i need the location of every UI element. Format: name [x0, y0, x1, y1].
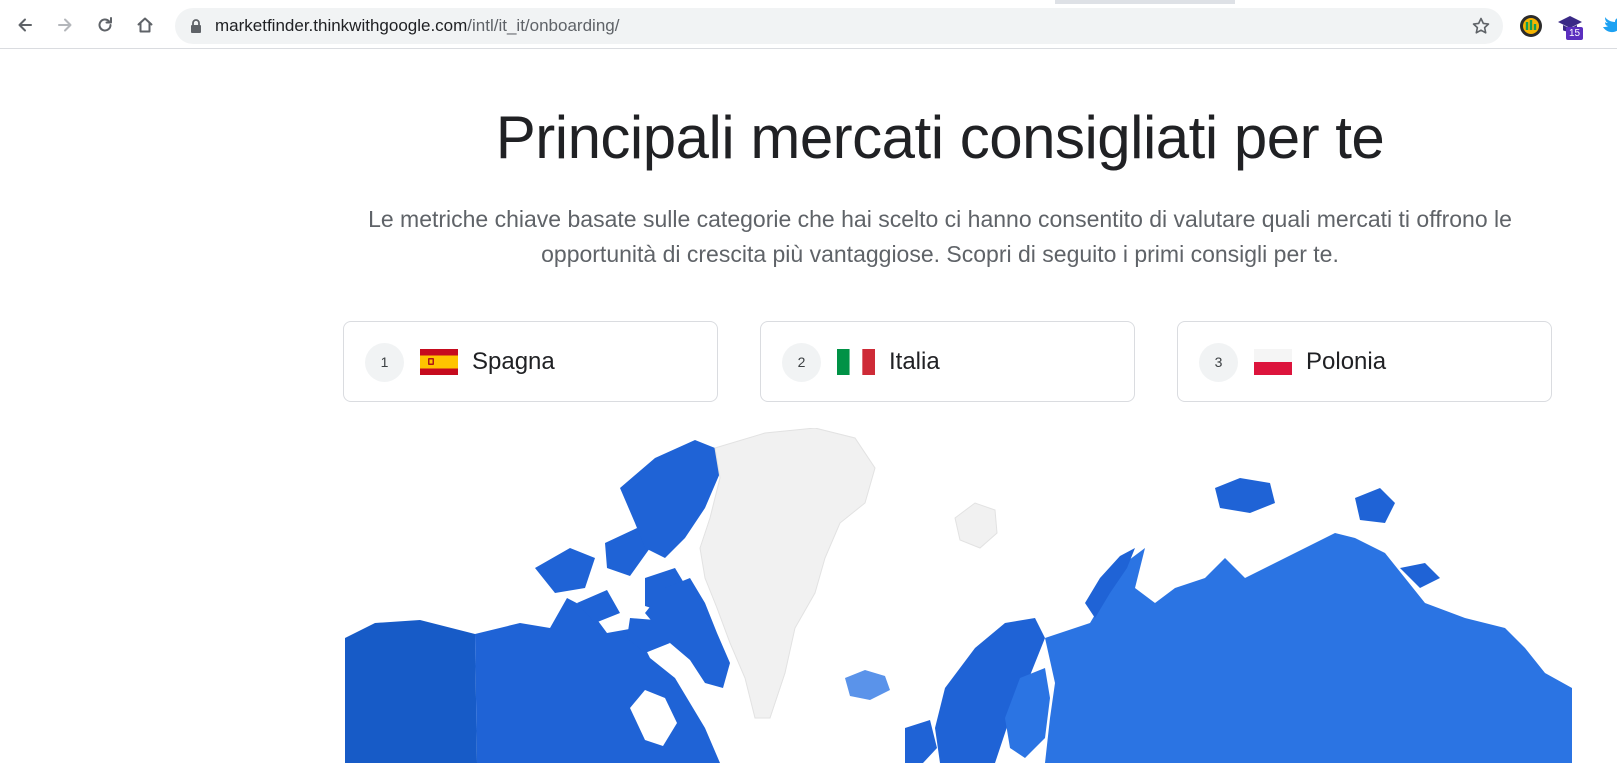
market-name: Spagna: [472, 348, 555, 375]
spain-flag-icon: [420, 349, 458, 375]
active-tab-edge[interactable]: [0, 0, 1055, 4]
extension-bird-icon[interactable]: [1600, 13, 1617, 39]
extension-chart-icon[interactable]: [1518, 13, 1544, 39]
market-name: Polonia: [1306, 348, 1387, 375]
map-region-svalbard[interactable]: [954, 502, 998, 549]
market-rank: 3: [1199, 343, 1238, 382]
page-title: Principali mercati consigliati per te: [495, 104, 1385, 171]
browser-toolbar: marketfinder.thinkwithgoogle.com/intl/it…: [0, 0, 1617, 49]
map-region-baltics[interactable]: [905, 720, 937, 763]
market-card-italy[interactable]: 2 Italia: [760, 321, 1135, 402]
reload-button[interactable]: [90, 10, 120, 40]
bookmark-star-icon[interactable]: [1471, 16, 1491, 36]
onboarding-page: Principali mercati consigliati per te Le…: [0, 50, 1617, 763]
lock-icon[interactable]: [189, 18, 203, 34]
market-name: Italia: [889, 348, 940, 375]
map-region-alaska[interactable]: [345, 620, 477, 763]
url-host: marketfinder.thinkwithgoogle.com: [215, 16, 468, 35]
extension-badge: 15: [1566, 27, 1583, 40]
address-bar[interactable]: marketfinder.thinkwithgoogle.com/intl/it…: [175, 8, 1503, 44]
arrow-right-icon: [58, 18, 72, 32]
forward-button[interactable]: [50, 10, 80, 40]
tab-strip: [0, 0, 1617, 4]
url-path: /intl/it_it/onboarding/: [467, 16, 620, 35]
home-button[interactable]: [130, 10, 160, 40]
italy-flag-icon: [837, 349, 875, 375]
poland-flag-icon: [1254, 349, 1292, 375]
market-rank: 2: [782, 343, 821, 382]
inactive-tab-edge[interactable]: [1235, 0, 1617, 4]
market-card-spain[interactable]: 1 Spagna: [343, 321, 718, 402]
url-text[interactable]: marketfinder.thinkwithgoogle.com/intl/it…: [215, 16, 619, 36]
map-region-severnaya-zemlya[interactable]: [1215, 478, 1275, 513]
extension-graduation-icon[interactable]: 15: [1557, 13, 1583, 40]
market-card-poland[interactable]: 3 Polonia: [1177, 321, 1552, 402]
back-button[interactable]: [10, 10, 40, 40]
world-map[interactable]: [345, 428, 1572, 763]
page-subtitle: Le metriche chiave basate sulle categori…: [368, 206, 1512, 267]
reload-icon: [98, 17, 112, 32]
map-region-iceland[interactable]: [845, 670, 890, 700]
arrow-left-icon: [18, 18, 32, 32]
market-rank: 1: [365, 343, 404, 382]
world-map-svg[interactable]: [345, 428, 1572, 763]
home-icon: [137, 17, 153, 33]
